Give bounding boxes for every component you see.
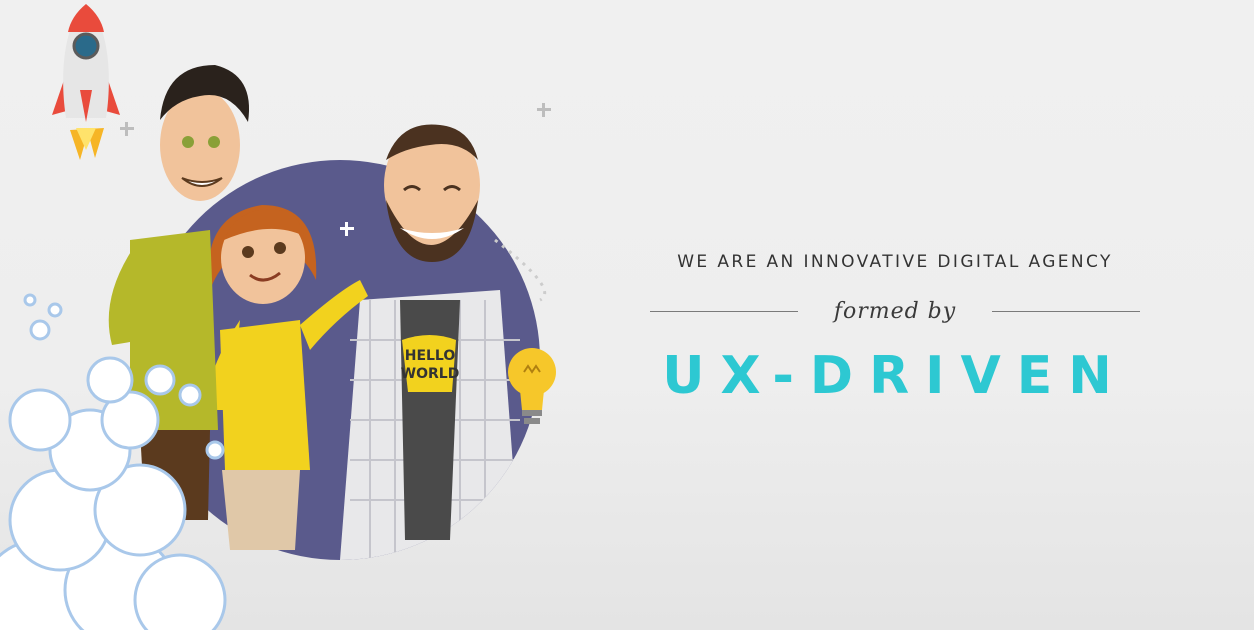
formed-by-row: formed by bbox=[630, 296, 1160, 326]
brand-name: UX-DRIVEN bbox=[662, 346, 1128, 406]
rocket-icon bbox=[52, 4, 120, 160]
divider-left bbox=[649, 310, 798, 312]
divider-right bbox=[992, 310, 1141, 312]
formed-by-text: formed by bbox=[833, 298, 957, 324]
team-illustration: HELLO WORLD bbox=[0, 4, 556, 630]
hero-text: WE ARE AN INNOVATIVE DIGITAL AGENCY form… bbox=[630, 240, 1160, 406]
shirt-text: HELLO bbox=[405, 348, 456, 364]
shirt-text: WORLD bbox=[401, 366, 460, 382]
tagline: WE ARE AN INNOVATIVE DIGITAL AGENCY bbox=[677, 252, 1113, 272]
